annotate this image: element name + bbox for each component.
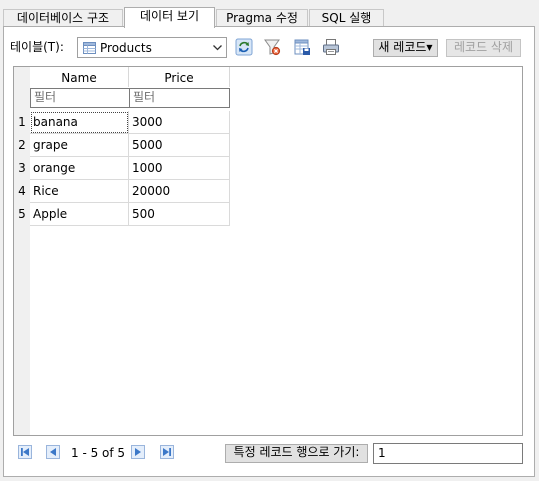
table-cell[interactable]: 500 [129,203,230,226]
goto-record-label: 특정 레코드 행으로 가기: [233,445,360,459]
print-button[interactable] [320,37,342,59]
dropdown-arrow-icon: ▼ [426,43,433,52]
save-table-button[interactable] [291,37,313,59]
table-label: 테이블(T): [10,40,64,54]
new-record-label: 새 레코드 [378,40,427,54]
refresh-button[interactable] [233,37,255,59]
filter-placeholder: 필터 [34,90,57,104]
column-header-price[interactable]: Price [129,67,230,87]
filter-input-name[interactable]: 필터 [30,88,130,108]
tab-label: SQL 실행 [321,11,372,25]
clear-filters-icon [263,38,281,59]
table-cell[interactable]: orange [30,157,129,180]
refresh-icon [235,38,253,59]
column-header-label: Price [164,71,194,85]
last-page-icon [160,445,174,462]
table-cell[interactable]: Rice [30,180,129,203]
page-info: 1 - 5 of 5 [71,446,126,460]
table-cell[interactable]: 5000 [129,134,230,157]
table-cell[interactable]: 20000 [129,180,230,203]
delete-record-button[interactable]: 레코드 삭제 [446,39,521,57]
filter-input-price[interactable]: 필터 [129,88,230,108]
previous-page-button[interactable] [43,444,63,463]
goto-record-button[interactable]: 특정 레코드 행으로 가기: [225,444,368,463]
row-number[interactable]: 5 [14,203,30,226]
filter-placeholder: 필터 [133,90,156,104]
table-cell[interactable]: Apple [30,203,129,226]
first-page-icon [18,445,32,462]
table-cell[interactable]: 3000 [129,111,230,134]
previous-page-icon [46,445,60,462]
row-number[interactable]: 1 [14,111,30,134]
first-page-button[interactable] [15,444,35,463]
next-page-icon [131,445,145,462]
tab-label: Pragma 수정 [226,11,298,25]
new-record-button[interactable]: 새 레코드▼ [373,39,438,57]
goto-record-value: 1 [378,446,386,460]
table-select-value: Products [100,41,152,55]
tab-browse-data[interactable]: 데이터 보기 [124,7,215,28]
row-number[interactable]: 3 [14,157,30,180]
chevron-down-icon [212,42,223,56]
column-header-label: Name [61,71,97,85]
row-number[interactable]: 4 [14,180,30,203]
data-grid: Name Price 필터 필터 1 banana 3000 2 grape 5… [13,66,523,436]
tab-label: 데이터 보기 [139,9,199,23]
row-number[interactable]: 2 [14,134,30,157]
save-table-icon [293,38,311,59]
table-select[interactable]: Products [77,37,227,58]
tab-bar: 데이터베이스 구조 데이터 보기 Pragma 수정 SQL 실행 [3,7,536,28]
table-cell[interactable]: banana [30,111,129,134]
column-header-name[interactable]: Name [30,67,129,87]
delete-record-label: 레코드 삭제 [453,40,513,54]
table-icon [83,42,96,57]
next-page-button[interactable] [128,444,148,463]
table-cell[interactable]: grape [30,134,129,157]
print-icon [322,38,340,59]
last-page-button[interactable] [157,444,177,463]
tab-label: 데이터베이스 구조 [16,11,110,25]
clear-filters-button[interactable] [261,37,283,59]
goto-record-input[interactable]: 1 [373,443,523,464]
table-cell[interactable]: 1000 [129,157,230,180]
